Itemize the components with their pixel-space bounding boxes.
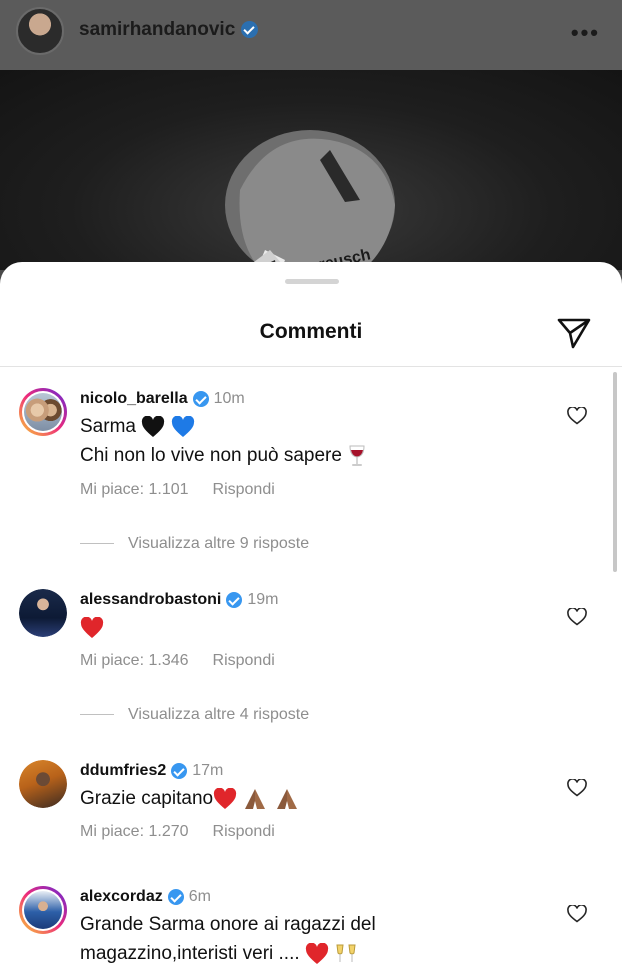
red-heart-icon bbox=[213, 787, 237, 809]
verified-icon bbox=[167, 888, 184, 905]
comment-header: alessandrobastoni 19m bbox=[80, 591, 279, 609]
comment-header: alexcordaz 6m bbox=[80, 888, 211, 906]
reply-button[interactable]: Rispondi bbox=[213, 481, 275, 498]
replies-line bbox=[80, 543, 114, 545]
comment-username[interactable]: ddumfries2 bbox=[80, 762, 166, 779]
blue-heart-icon bbox=[171, 415, 194, 437]
comment-text: Sarma Chi non lo vive non può sapere bbox=[80, 412, 367, 470]
post-image: reusch bbox=[0, 70, 622, 270]
like-count[interactable]: Mi piace: 1.101 bbox=[80, 481, 189, 498]
comment-text: Grande Sarma onore ai ragazzi del magazz… bbox=[80, 914, 376, 964]
comment-text bbox=[80, 613, 104, 642]
black-heart-icon bbox=[142, 415, 165, 437]
view-replies-button[interactable]: Visualizza altre 4 risposte bbox=[80, 706, 309, 724]
verified-icon bbox=[226, 591, 243, 608]
comment-username[interactable]: alexcordaz bbox=[80, 888, 163, 905]
comment-header: ddumfries2 17m bbox=[80, 762, 223, 780]
send-icon[interactable] bbox=[556, 317, 592, 349]
comments-sheet: Commenti nicolo_barella 10m Sarma Chi non… bbox=[0, 262, 622, 973]
red-heart-icon bbox=[305, 942, 329, 964]
praying-hands-icon bbox=[245, 788, 266, 809]
reply-button[interactable]: Rispondi bbox=[213, 652, 275, 669]
comment-time: 19m bbox=[247, 591, 279, 608]
sheet-drag-handle[interactable] bbox=[285, 279, 339, 284]
red-heart-icon bbox=[80, 616, 104, 638]
avatar[interactable] bbox=[19, 388, 67, 436]
comment-time: 10m bbox=[213, 390, 245, 407]
post-username[interactable]: samirhandanovic bbox=[79, 19, 259, 41]
header-divider bbox=[0, 366, 622, 367]
comment-text: Grazie capitano bbox=[80, 784, 300, 813]
scrollbar[interactable] bbox=[613, 372, 617, 572]
goalkeeper-glove-image: reusch bbox=[225, 130, 395, 270]
comment-meta: Mi piace: 1.270 Rispondi bbox=[80, 823, 275, 841]
post-header: samirhandanovic ••• bbox=[0, 0, 622, 70]
avatar[interactable] bbox=[19, 589, 67, 637]
heart-outline-icon[interactable] bbox=[567, 407, 587, 425]
sheet-title: Commenti bbox=[259, 320, 363, 343]
comment-username[interactable]: nicolo_barella bbox=[80, 390, 188, 407]
reply-button[interactable]: Rispondi bbox=[213, 823, 275, 840]
heart-outline-icon[interactable] bbox=[567, 905, 587, 923]
comment-header: nicolo_barella 10m bbox=[80, 390, 245, 408]
more-icon[interactable]: ••• bbox=[571, 20, 600, 46]
verified-icon bbox=[171, 762, 188, 779]
comment-time: 17m bbox=[192, 762, 224, 779]
clinking-glasses-icon bbox=[336, 944, 356, 962]
post-avatar[interactable] bbox=[16, 7, 64, 55]
comment-username[interactable]: alessandrobastoni bbox=[80, 591, 221, 608]
heart-outline-icon[interactable] bbox=[567, 608, 587, 626]
view-replies-button[interactable]: Visualizza altre 9 risposte bbox=[80, 535, 309, 553]
comment-meta: Mi piace: 1.346 Rispondi bbox=[80, 652, 275, 670]
verified-icon bbox=[192, 390, 209, 407]
avatar[interactable] bbox=[19, 886, 67, 934]
replies-line bbox=[80, 714, 114, 716]
heart-outline-icon[interactable] bbox=[567, 779, 587, 797]
verified-icon bbox=[241, 21, 259, 39]
avatar[interactable] bbox=[19, 760, 67, 808]
wine-glass-icon bbox=[349, 445, 365, 466]
comment-time: 6m bbox=[188, 888, 211, 905]
like-count[interactable]: Mi piace: 1.346 bbox=[80, 652, 189, 669]
praying-hands-icon bbox=[276, 788, 297, 809]
like-count[interactable]: Mi piace: 1.270 bbox=[80, 823, 189, 840]
comment-meta: Mi piace: 1.101 Rispondi bbox=[80, 481, 275, 499]
